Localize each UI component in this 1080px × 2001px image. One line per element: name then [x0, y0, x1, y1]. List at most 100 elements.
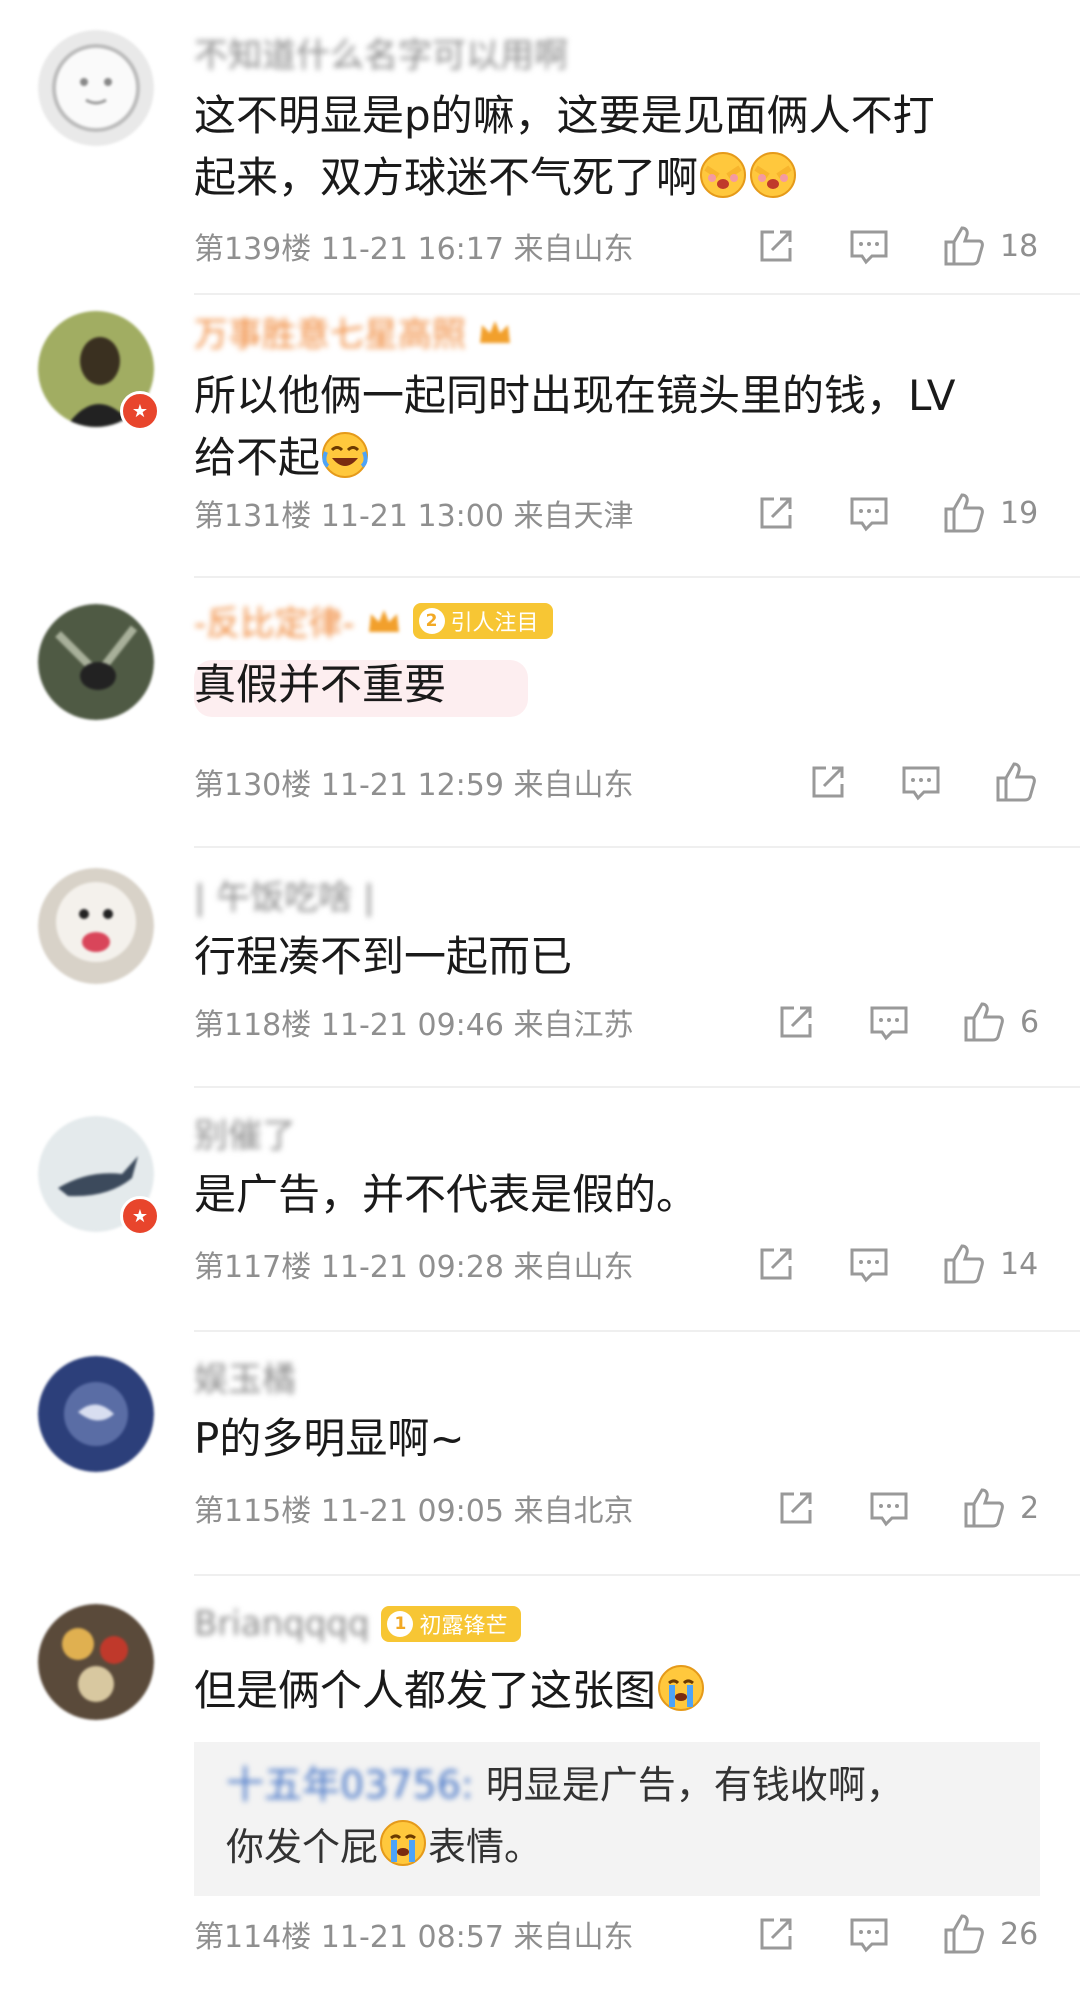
tag-label: 初露锋芒: [419, 1614, 508, 1639]
comment-text-line: 真假并不重要: [194, 660, 529, 717]
username[interactable]: | 午饭吃啥 |: [194, 870, 375, 919]
comment-icon: [850, 1248, 888, 1283]
crown-icon: [480, 320, 510, 343]
comment-feed: 不知道什么名字可以用啊 这不明显是p的嘛，这要是见面俩人不打 起来，双方球迷不气…: [0, 0, 1080, 2001]
quote-text: 表情。: [428, 1825, 543, 1869]
comment-text: 这不明显是p的嘛，这要是见面俩人不打 起来，双方球迷不气死了啊: [194, 85, 935, 209]
comment-item: 娱玉橘 P的多明显啊~ 第115楼 11-21 09:05 来自北京 2: [0, 1332, 1080, 1576]
like-count: 26: [1000, 1916, 1039, 1952]
share-button[interactable]: [756, 226, 796, 266]
level-shield-icon: 1: [387, 1611, 414, 1637]
like-count: 6: [1020, 1004, 1040, 1040]
username-row: 娱玉橘: [194, 1352, 296, 1401]
comment-actions: 6: [776, 1000, 1040, 1044]
thumbs-up-icon: [964, 1488, 1004, 1528]
comment-text: 是广告，并不代表是假的。: [194, 1164, 698, 1226]
username-row: Brianqqqq 1 初露锋芒: [194, 1604, 522, 1644]
like-button[interactable]: 6: [962, 1000, 1040, 1044]
comment-text: 但是俩个人都发了这张图: [194, 1660, 706, 1722]
comment-meta-row: 第130楼 11-21 12:59 来自山东: [194, 760, 1040, 804]
like-button[interactable]: [994, 760, 1038, 804]
comment-button[interactable]: [868, 1488, 910, 1528]
avatar[interactable]: [38, 1604, 154, 1720]
share-button[interactable]: [776, 1002, 816, 1042]
like-button[interactable]: 2: [962, 1486, 1040, 1530]
comment-item: ★ 别催了 是广告，并不代表是假的。 第117楼 11-21 09:28 来自山…: [0, 1088, 1080, 1332]
username[interactable]: 别催了: [194, 1108, 296, 1157]
like-button[interactable]: 18: [942, 224, 1040, 268]
comment-meta: 第131楼 11-21 13:00 来自天津: [194, 499, 634, 534]
comment-meta-row: 第115楼 11-21 09:05 来自北京 2: [194, 1486, 1040, 1530]
username-row: 别催了: [194, 1108, 296, 1157]
share-icon: [812, 766, 844, 798]
username[interactable]: 不知道什么名字可以用啊: [194, 28, 568, 77]
comment-button[interactable]: [868, 1002, 910, 1042]
comment-text-line: 但是俩个人都发了这张图: [194, 1660, 706, 1722]
username[interactable]: Brianqqqq: [194, 1604, 369, 1644]
username[interactable]: 万事胜意七星高照: [194, 307, 466, 356]
comment-icon: [850, 1918, 888, 1953]
like-count: 14: [1000, 1246, 1039, 1282]
verified-badge-icon: ★: [120, 1196, 160, 1236]
comment-text: 所以他俩一起同时出现在镜头里的钱，LV 给不起: [194, 365, 956, 489]
comment-text: 行程凑不到一起而已: [194, 926, 572, 988]
share-button[interactable]: [776, 1488, 816, 1528]
quoted-reply[interactable]: 十五年03756: 明显是广告，有钱收啊， 你发个屁 表情。: [194, 1742, 1040, 1896]
thumbs-up-icon: [944, 1914, 984, 1954]
share-button[interactable]: [808, 762, 848, 802]
crown-icon: [368, 609, 399, 632]
comment-actions: 18: [756, 224, 1040, 268]
level-shield-icon: 2: [418, 607, 445, 634]
shy-face-emoji-icon: [750, 152, 797, 198]
like-button[interactable]: 14: [942, 1242, 1040, 1286]
avatar[interactable]: [38, 868, 154, 984]
like-count: 2: [1020, 1490, 1040, 1526]
comment-button[interactable]: [848, 1244, 890, 1284]
quote-username[interactable]: 十五年03756:: [226, 1763, 474, 1807]
comment-meta-row: 第117楼 11-21 09:28 来自山东 14: [194, 1242, 1040, 1286]
quote-line: 十五年03756: 明显是广告，有钱收啊，: [226, 1754, 1008, 1816]
share-icon: [780, 1006, 812, 1038]
share-icon: [760, 1918, 792, 1950]
tag-label: 引人注目: [450, 610, 539, 636]
comment-text-line: P的多明显啊~: [194, 1414, 465, 1463]
comment-button[interactable]: [848, 226, 890, 266]
like-button[interactable]: 19: [942, 491, 1040, 535]
share-button[interactable]: [756, 493, 796, 533]
comment-meta-row: 第139楼 11-21 16:17 来自山东 18: [194, 224, 1040, 268]
like-button[interactable]: 26: [942, 1912, 1040, 1956]
share-icon: [760, 230, 792, 262]
comment-item: -反比定律- 2 引人注目 真假并不重要 第130楼 11-21 12:59 来自…: [0, 578, 1080, 848]
quote-text: 明显是广告，有钱收啊，: [473, 1763, 904, 1807]
avatar[interactable]: [38, 1356, 154, 1472]
shy-face-emoji-icon: [700, 152, 747, 198]
thumbs-up-icon: [944, 493, 984, 533]
crying-face-emoji-icon: [658, 1665, 705, 1711]
comment-button[interactable]: [900, 762, 942, 802]
comment-icon: [850, 497, 888, 532]
comment-actions: [808, 760, 1040, 804]
comment-icon: [850, 230, 888, 265]
comment-button[interactable]: [848, 1914, 890, 1954]
comment-text: P的多明显啊~: [194, 1408, 465, 1470]
avatar[interactable]: [38, 604, 154, 720]
comment-text-line: 行程凑不到一起而已: [194, 932, 573, 981]
comment-actions: 14: [756, 1242, 1040, 1286]
comment-button[interactable]: [848, 493, 890, 533]
thumbs-up-icon: [964, 1002, 1004, 1042]
share-button[interactable]: [756, 1244, 796, 1284]
comment-text-line: 起来，双方球迷不气死了啊: [194, 147, 935, 209]
comment-meta-row: 第118楼 11-21 09:46 来自江苏 6: [194, 1000, 1040, 1044]
avatar[interactable]: [38, 30, 154, 146]
crying-face-emoji-icon: [380, 1820, 427, 1866]
username[interactable]: 娱玉橘: [194, 1352, 296, 1401]
thumbs-up-icon: [944, 1244, 984, 1284]
comment-text: 真假并不重要: [194, 654, 529, 717]
share-button[interactable]: [756, 1914, 796, 1954]
username[interactable]: -反比定律-: [194, 596, 355, 645]
comment-item: Brianqqqq 1 初露锋芒 但是俩个人都发了这张图 十五年03756: 明显…: [0, 1576, 1080, 2001]
comment-text-segment: 起来，双方球迷不气死了啊: [194, 153, 699, 202]
username-row: | 午饭吃啥 |: [194, 870, 375, 919]
comment-meta: 第114楼 11-21 08:57 来自山东: [194, 1920, 634, 1955]
share-icon: [760, 1248, 792, 1280]
